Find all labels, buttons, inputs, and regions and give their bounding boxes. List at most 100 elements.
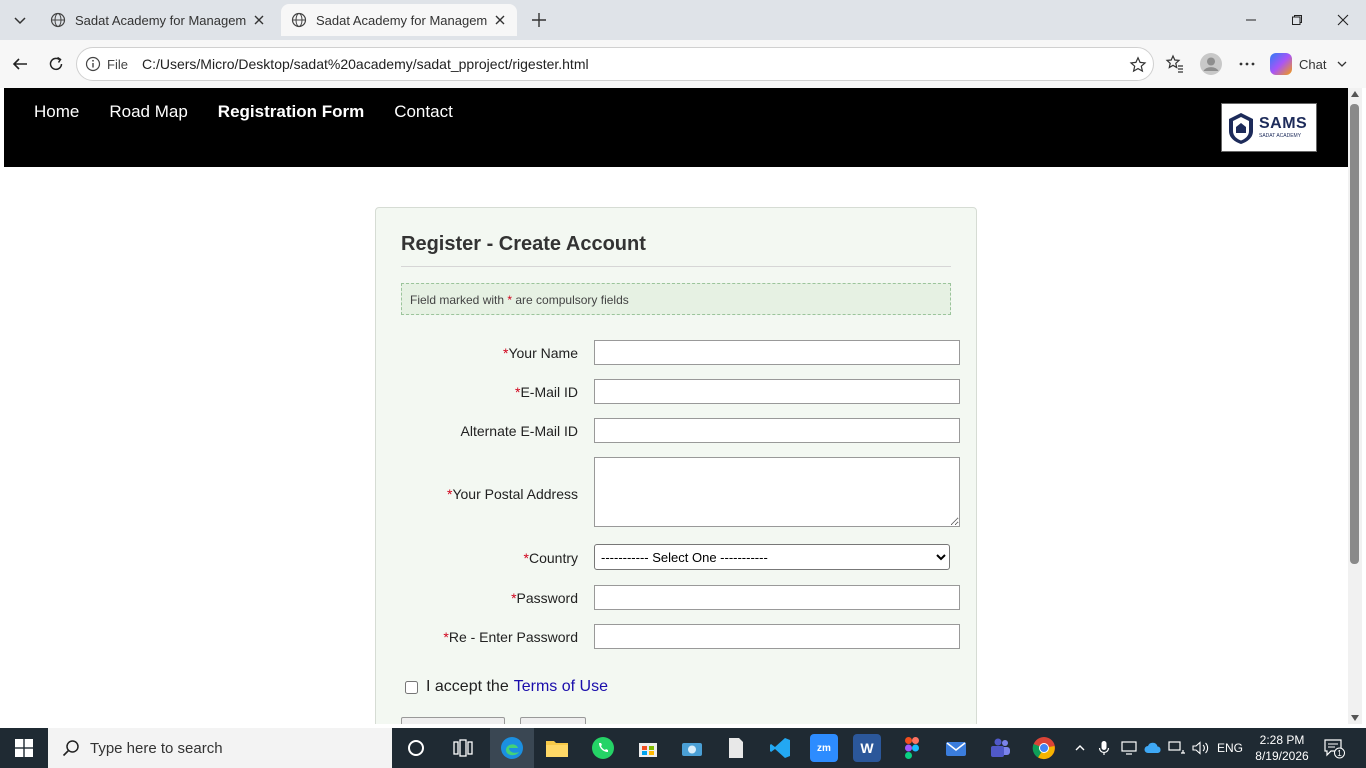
avatar	[1200, 53, 1222, 75]
email-input[interactable]	[594, 379, 960, 404]
compulsory-notice: Field marked with * are compulsory field…	[401, 283, 951, 315]
network-icon	[1168, 741, 1185, 754]
store-icon[interactable]	[634, 734, 662, 762]
folder-icon	[546, 741, 568, 757]
word-glyph-icon: W	[860, 740, 874, 756]
plus-icon	[532, 13, 546, 27]
tab-2-active[interactable]: Sadat Academy for Management S	[281, 4, 517, 36]
restore-button[interactable]	[1274, 0, 1320, 40]
url-text[interactable]: C:/Users/Micro/Desktop/sadat%20academy/s…	[142, 56, 589, 72]
reload-button[interactable]	[44, 52, 68, 76]
address-bar[interactable]: File C:/Users/Micro/Desktop/sadat%20acad…	[76, 47, 1154, 81]
onedrive-tray-icon[interactable]	[1142, 728, 1164, 768]
notification-center-button[interactable]: 1	[1322, 736, 1346, 760]
reenter-password-input[interactable]	[594, 624, 960, 649]
reenter-password-label: *Re - Enter Password	[443, 629, 578, 645]
camera-app-icon[interactable]	[678, 734, 706, 762]
submit-button[interactable]	[401, 717, 505, 724]
info-icon[interactable]	[85, 56, 101, 72]
word-icon[interactable]: W	[853, 734, 881, 762]
task-view-icon[interactable]	[449, 734, 477, 762]
terms-text: I accept the	[426, 678, 509, 695]
label-text: Country	[528, 550, 578, 566]
close-icon[interactable]	[252, 13, 266, 27]
reset-button[interactable]	[520, 717, 586, 724]
language-label: ENG	[1216, 741, 1243, 755]
tab-title: Sadat Academy for Management S	[75, 12, 246, 28]
alternate-email-input[interactable]	[594, 418, 960, 443]
new-tab-button[interactable]	[527, 8, 551, 32]
password-input[interactable]	[594, 585, 960, 610]
settings-more-button[interactable]	[1235, 52, 1259, 76]
volume-tray-icon[interactable]	[1190, 728, 1212, 768]
chat-label: Chat	[1299, 56, 1327, 72]
mail-icon[interactable]	[942, 734, 970, 762]
language-indicator[interactable]: ENG	[1214, 728, 1246, 768]
country-select[interactable]: ----------- Select One -----------	[594, 544, 950, 570]
scrollbar-thumb[interactable]	[1350, 104, 1359, 564]
notification-icon: 1	[1324, 739, 1345, 759]
close-window-button[interactable]	[1320, 0, 1366, 40]
globe-icon	[291, 12, 307, 28]
registration-form: Register - Create Account Field marked w…	[375, 207, 977, 724]
nav-road-map[interactable]: Road Map	[109, 102, 187, 122]
start-button[interactable]	[0, 728, 48, 768]
tab-1[interactable]: Sadat Academy for Management S	[40, 4, 276, 36]
file-explorer-icon[interactable]	[543, 734, 571, 762]
form-title: Register - Create Account	[401, 233, 646, 255]
browser-tab-bar: Sadat Academy for Management S Sadat Aca…	[0, 0, 1366, 40]
system-clock[interactable]: 2:28 PM 8/19/2026	[1252, 732, 1312, 764]
teams-icon[interactable]	[986, 734, 1014, 762]
cortana-icon[interactable]	[402, 734, 430, 762]
terms-of-use-link[interactable]: Terms of Use	[514, 678, 608, 696]
store-glyph-icon	[639, 743, 657, 757]
network-tray-icon[interactable]	[1166, 728, 1188, 768]
windows-taskbar: Type here to search zm W ENG 2:28 PM 8/1…	[0, 728, 1366, 768]
whatsapp-icon[interactable]	[589, 734, 617, 762]
nav-registration-form[interactable]: Registration Form	[218, 102, 364, 122]
arrow-up-icon[interactable]	[1351, 91, 1359, 97]
nav-home[interactable]: Home	[34, 102, 79, 122]
favorites-button[interactable]	[1163, 52, 1187, 76]
accept-terms-checkbox[interactable]	[405, 680, 418, 694]
postal-address-label: *Your Postal Address	[447, 486, 578, 502]
edge-icon[interactable]	[498, 734, 526, 762]
zoom-glyph-icon: zm	[817, 742, 831, 754]
close-icon[interactable]	[493, 13, 507, 27]
taskbar-search[interactable]: Type here to search	[48, 728, 392, 768]
notice-text: Field marked with	[410, 293, 508, 307]
windows-logo-icon	[15, 739, 33, 757]
back-button[interactable]	[8, 52, 32, 76]
chrome-icon[interactable]	[1030, 734, 1058, 762]
your-name-input[interactable]	[594, 340, 960, 365]
document-app-icon[interactable]	[722, 734, 750, 762]
your-name-label: *Your Name	[503, 345, 578, 361]
profile-button[interactable]	[1199, 52, 1223, 76]
vscode-icon[interactable]	[766, 734, 794, 762]
copilot-chat-button[interactable]: Chat	[1270, 50, 1348, 78]
country-label: *Country	[524, 550, 578, 566]
star-icon[interactable]	[1129, 56, 1147, 74]
copilot-icon	[1270, 53, 1292, 75]
figma-icon[interactable]	[898, 734, 926, 762]
teams-glyph-icon	[991, 738, 1010, 757]
speaker-icon	[1192, 741, 1209, 755]
postal-address-textarea[interactable]	[594, 457, 960, 527]
close-icon	[1337, 14, 1349, 26]
globe-icon	[50, 12, 66, 28]
nav-contact[interactable]: Contact	[394, 102, 453, 122]
tab-actions-menu[interactable]	[6, 6, 34, 34]
logo-subtext: SADAT ACADEMY	[1259, 133, 1302, 139]
restore-icon	[1292, 15, 1302, 25]
favorites-icon	[1165, 54, 1183, 73]
page-scrollbar[interactable]	[1348, 88, 1362, 724]
security-tray-icon[interactable]	[1118, 728, 1140, 768]
zoom-icon[interactable]: zm	[810, 734, 838, 762]
show-hidden-icons-button[interactable]	[1070, 728, 1090, 768]
microphone-tray-icon[interactable]	[1094, 728, 1114, 768]
vscode-glyph-icon	[770, 738, 790, 758]
minimize-button[interactable]	[1228, 0, 1274, 40]
arrow-down-icon[interactable]	[1351, 715, 1359, 721]
chevron-up-icon	[1075, 745, 1085, 751]
site-logo[interactable]: SAMS SADAT ACADEMY	[1221, 103, 1317, 152]
